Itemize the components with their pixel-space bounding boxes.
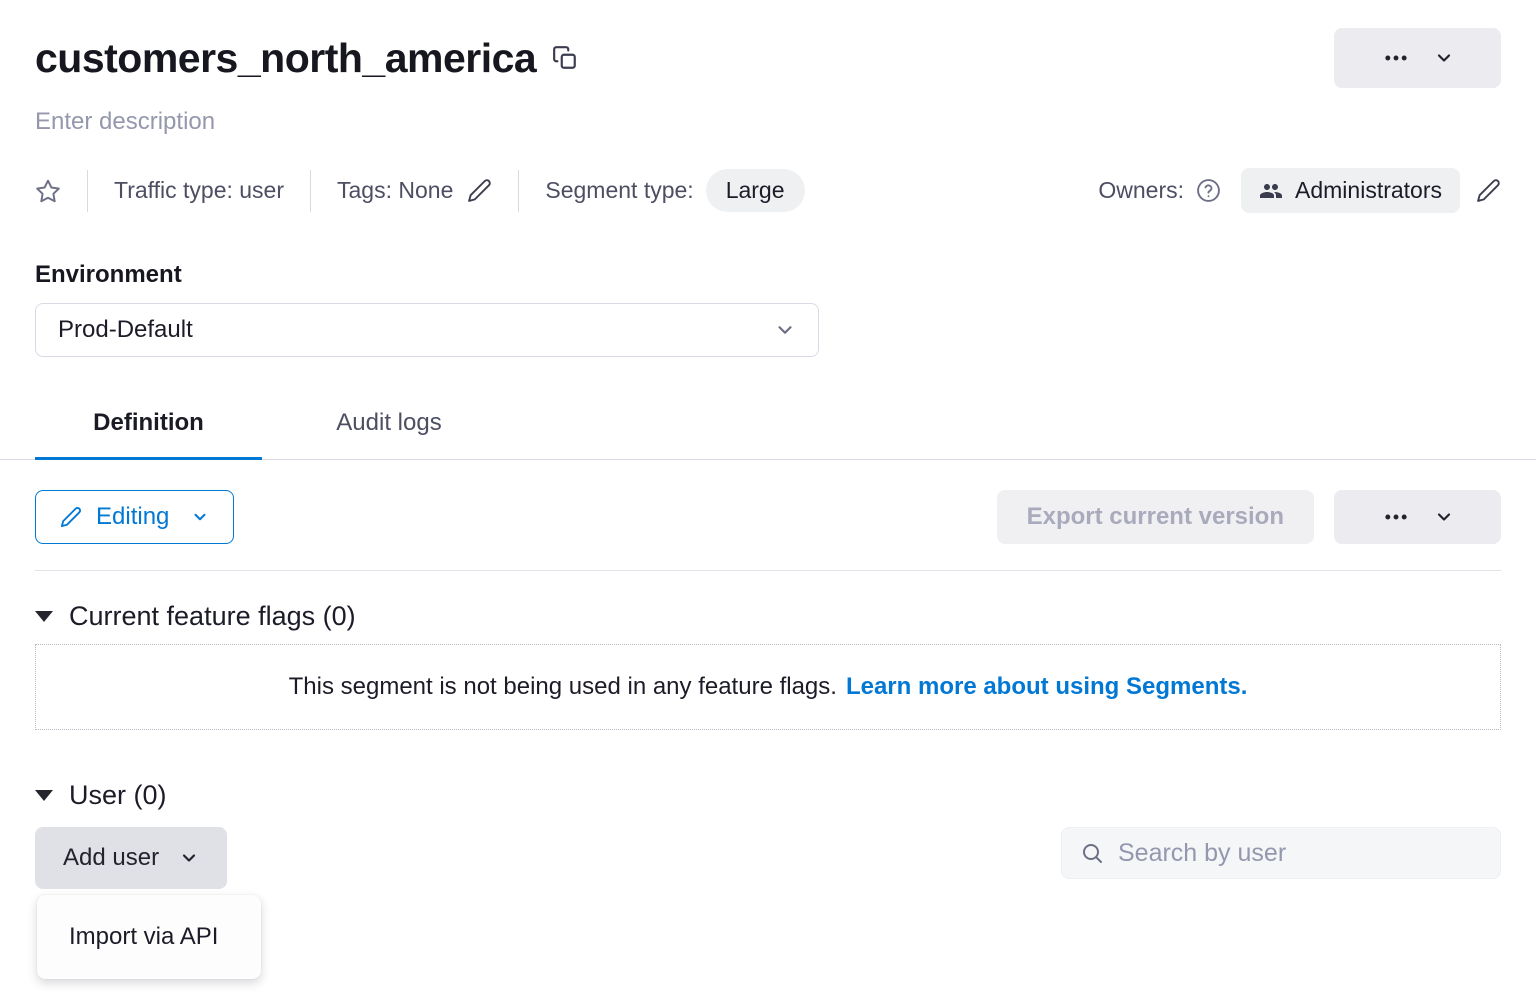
definition-toolbar: Editing Export current version [35, 490, 1501, 544]
user-heading: User (0) [69, 780, 167, 811]
divider [310, 170, 311, 212]
segment-detail-page: customers_north_america Enter descriptio… [0, 28, 1536, 1002]
add-user-button[interactable]: Add user [35, 827, 227, 889]
more-dots-icon[interactable] [1382, 44, 1410, 72]
page-title: customers_north_america [35, 35, 536, 82]
editing-mode-button[interactable]: Editing [35, 490, 234, 544]
segment-type-label: Segment type: [545, 177, 693, 204]
tab-audit-logs[interactable]: Audit logs [319, 393, 459, 460]
owners-label: Owners: [1098, 177, 1184, 204]
traffic-type-label: Traffic type: user [114, 177, 284, 204]
user-search-box [1061, 827, 1501, 879]
environment-select[interactable]: Prod-Default [35, 303, 819, 357]
edit-owners-pencil-icon[interactable] [1476, 178, 1501, 203]
people-icon [1259, 179, 1283, 203]
favorite-star-icon[interactable] [35, 178, 61, 204]
environment-selected-value: Prod-Default [58, 316, 193, 344]
search-by-user-input[interactable] [1118, 839, 1482, 868]
chevron-down-icon [774, 319, 796, 341]
owners-help-icon[interactable] [1196, 178, 1221, 203]
divider [87, 170, 88, 212]
owners-group: Owners: Administrators [1098, 168, 1501, 213]
add-user-dropdown-menu: Import via API [37, 895, 261, 979]
empty-message: This segment is not being used in any fe… [289, 673, 837, 701]
divider [518, 170, 519, 212]
tab-definition[interactable]: Definition [35, 393, 262, 460]
more-dots-icon[interactable] [1382, 503, 1410, 531]
learn-more-link[interactable]: Learn more about using Segments. [846, 673, 1247, 701]
toolbar-more-menu-button[interactable] [1334, 490, 1501, 544]
edit-tags-pencil-icon[interactable] [467, 178, 492, 203]
copy-icon[interactable] [552, 45, 578, 71]
environment-label: Environment [35, 261, 1501, 289]
collapse-triangle-icon[interactable] [35, 611, 53, 622]
feature-flags-empty-state: This segment is not being used in any fe… [35, 644, 1501, 730]
menu-item-import-via-api[interactable]: Import via API [37, 908, 261, 966]
user-section-header[interactable]: User (0) [35, 780, 1501, 811]
feature-flags-section-header[interactable]: Current feature flags (0) [35, 601, 1501, 632]
chevron-down-icon[interactable] [1434, 507, 1454, 527]
header-more-menu-button[interactable] [1334, 28, 1501, 88]
tags-label: Tags: None [337, 177, 453, 204]
collapse-triangle-icon[interactable] [35, 790, 53, 801]
export-current-version-button[interactable]: Export current version [997, 490, 1314, 544]
search-icon [1080, 841, 1104, 865]
divider [35, 570, 1501, 571]
pencil-icon [60, 506, 82, 528]
chevron-down-icon [179, 848, 199, 868]
add-user-label: Add user [63, 844, 159, 872]
segment-type-badge: Large [706, 169, 805, 212]
chevron-down-icon [191, 508, 209, 526]
owners-pill[interactable]: Administrators [1241, 168, 1460, 213]
description-placeholder[interactable]: Enter description [35, 108, 1501, 136]
chevron-down-icon[interactable] [1434, 48, 1454, 68]
user-controls-row: Add user Import via API [35, 827, 1501, 889]
feature-flags-heading: Current feature flags (0) [69, 601, 356, 632]
owners-value: Administrators [1295, 177, 1442, 204]
add-user-wrap: Add user Import via API [35, 827, 227, 889]
editing-label: Editing [96, 503, 169, 531]
tab-bar: Definition Audit logs [0, 393, 1536, 460]
header: customers_north_america [35, 28, 1501, 88]
meta-row: Traffic type: user Tags: None Segment ty… [35, 168, 1501, 213]
